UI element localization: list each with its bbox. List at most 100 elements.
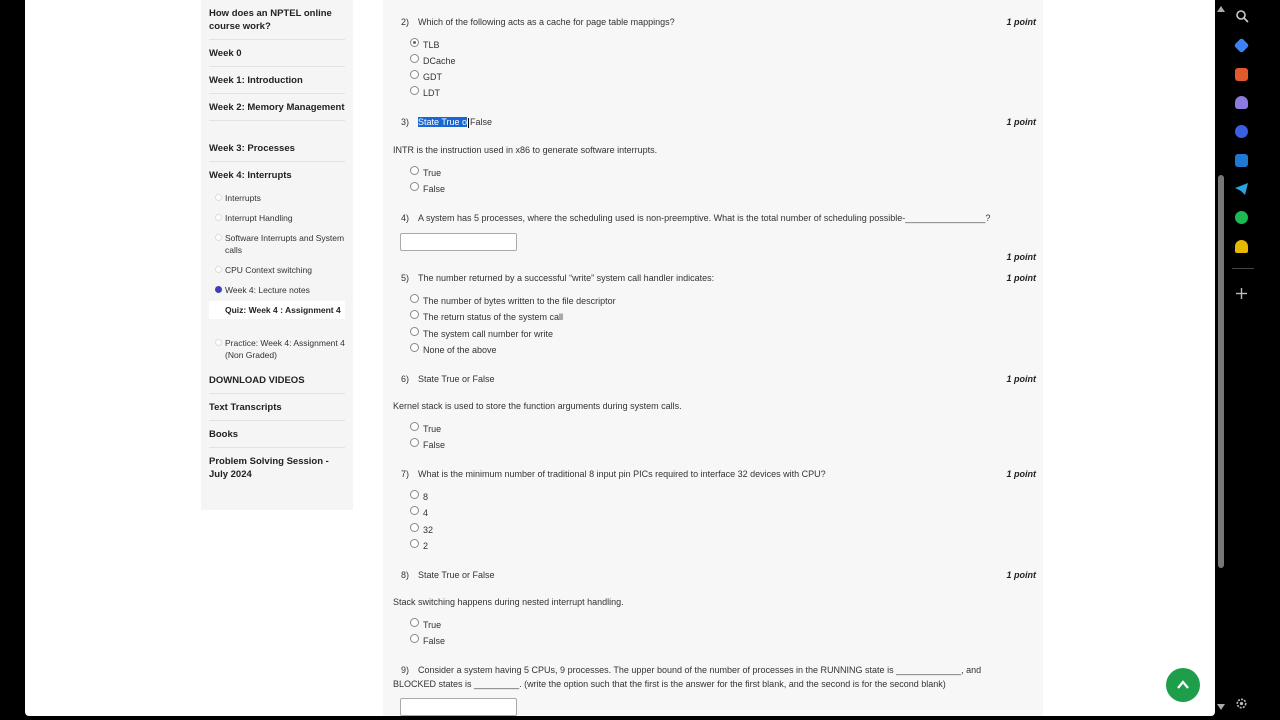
quiz-content: 2) Which of the following acts as a cache… <box>383 0 1043 716</box>
sidebar-item-week-4[interactable]: Week 4: Interrupts <box>209 169 345 182</box>
briefcase-icon[interactable] <box>1235 68 1248 81</box>
sidebar-item-text-transcripts[interactable]: Text Transcripts <box>209 401 345 421</box>
radio-icon[interactable] <box>410 505 419 515</box>
question-statement: INTR is the instruction used in x86 to g… <box>393 145 658 155</box>
sidebar-subitem-context-switching[interactable]: CPU Context switching <box>215 264 345 276</box>
gear-icon[interactable] <box>1235 697 1248 710</box>
option-radio[interactable]: 8 <box>410 489 428 502</box>
radio-icon[interactable] <box>410 633 419 643</box>
sidebar-subitem-interrupt-handling[interactable]: Interrupt Handling <box>215 212 345 224</box>
question-points: 1 point <box>1006 17 1037 27</box>
text-cursor-icon <box>468 117 470 128</box>
radio-icon[interactable] <box>410 53 419 63</box>
sidebar-item-week-1[interactable]: Week 1: Introduction <box>209 74 345 94</box>
option-radio[interactable]: TLB <box>410 37 440 50</box>
question-6: 6) State True or False <box>401 374 495 384</box>
question-4: 4) A system has 5 processes, where the sc… <box>401 213 991 223</box>
radio-icon[interactable] <box>410 489 419 499</box>
option-radio[interactable]: True <box>410 165 441 178</box>
sidebar-subitem-quiz-assignment-4[interactable]: Quiz: Week 4 : Assignment 4 <box>209 301 345 319</box>
radio-icon[interactable] <box>410 326 419 336</box>
question-5: 5) The number returned by a successful “w… <box>401 273 715 283</box>
radio-icon[interactable] <box>410 293 419 303</box>
question-8: 8) State True or False <box>401 570 495 580</box>
sidebar-item-problem-solving[interactable]: Problem Solving Session - July 2024 <box>209 455 345 481</box>
question-7: 7) What is the minimum number of traditio… <box>401 469 826 479</box>
option-radio[interactable]: The return status of the system call <box>410 309 563 322</box>
sidebar-item-week-2[interactable]: Week 2: Memory Management <box>209 101 345 121</box>
option-radio[interactable]: True <box>410 617 441 630</box>
option-radio[interactable]: The number of bytes written to the file … <box>410 293 616 306</box>
outlook-icon[interactable] <box>1235 154 1248 167</box>
status-dot-icon <box>215 214 222 221</box>
status-dot-icon <box>215 286 222 293</box>
sidebar-subitem-interrupts[interactable]: Interrupts <box>215 192 345 204</box>
question-points: 1 point <box>1006 469 1037 479</box>
scroll-down-arrow-icon[interactable] <box>1217 704 1225 710</box>
add-icon[interactable] <box>1236 288 1247 299</box>
copilot-icon[interactable] <box>1235 125 1248 138</box>
sidebar-divider <box>1232 268 1254 269</box>
trophy-icon[interactable] <box>1235 240 1248 253</box>
question-points: 1 point <box>1006 252 1037 262</box>
scroll-up-arrow-icon[interactable] <box>1217 6 1225 12</box>
option-radio[interactable]: None of the above <box>410 342 497 355</box>
status-dot-icon <box>215 194 222 201</box>
radio-icon[interactable] <box>410 165 419 175</box>
option-radio[interactable]: DCache <box>410 53 456 66</box>
question-points: 1 point <box>1006 117 1037 127</box>
radio-icon[interactable] <box>410 342 419 352</box>
search-icon[interactable] <box>1235 9 1249 23</box>
question-2: 2) Which of the following acts as a cache… <box>401 17 675 27</box>
option-radio[interactable]: False <box>410 181 445 194</box>
sidebar-item-week-0[interactable]: Week 0 <box>209 47 345 67</box>
radio-icon[interactable] <box>410 69 419 79</box>
option-radio[interactable]: LDT <box>410 85 440 98</box>
sidebar-item-week-3[interactable]: Week 3: Processes <box>209 142 345 162</box>
sidebar-subitem-software-interrupts[interactable]: Software Interrupts and System calls <box>215 232 345 256</box>
games-icon[interactable] <box>1235 96 1248 109</box>
option-radio[interactable]: False <box>410 437 445 450</box>
chevron-up-icon <box>1177 680 1189 689</box>
sidebar-item-download-videos[interactable]: DOWNLOAD VIDEOS <box>209 374 345 394</box>
radio-icon[interactable] <box>410 437 419 447</box>
radio-icon[interactable] <box>410 421 419 431</box>
option-radio[interactable]: GDT <box>410 69 442 82</box>
telegram-icon[interactable] <box>1235 183 1248 195</box>
selected-text: State True o <box>418 117 468 127</box>
radio-icon[interactable] <box>410 538 419 548</box>
option-radio[interactable]: 2 <box>410 538 428 551</box>
question-points: 1 point <box>1006 374 1037 384</box>
status-dot-icon <box>215 234 222 241</box>
radio-icon[interactable] <box>410 617 419 627</box>
option-radio[interactable]: 32 <box>410 522 433 535</box>
option-radio[interactable]: The system call number for write <box>410 326 553 339</box>
option-radio[interactable]: 4 <box>410 505 428 518</box>
option-radio[interactable]: True <box>410 421 441 434</box>
browser-page: How does an NPTEL online course work? We… <box>25 0 1215 716</box>
scroll-to-top-button[interactable] <box>1166 668 1200 702</box>
radio-selected-icon[interactable] <box>410 37 419 47</box>
answer-input[interactable] <box>400 233 517 251</box>
question-statement: Stack switching happens during nested in… <box>393 597 624 607</box>
option-radio[interactable]: False <box>410 633 445 646</box>
question-points: 1 point <box>1006 570 1037 580</box>
status-dot-icon <box>215 266 222 273</box>
radio-icon[interactable] <box>410 309 419 319</box>
sidebar-item-how-nptel-works[interactable]: How does an NPTEL online course work? <box>209 7 345 40</box>
sidebar-subitem-practice-assignment-4[interactable]: Practice: Week 4: Assignment 4 (Non Grad… <box>215 337 345 361</box>
sidebar-subitem-lecture-notes[interactable]: Week 4: Lecture notes <box>215 284 345 296</box>
radio-icon[interactable] <box>410 85 419 95</box>
course-sidebar: How does an NPTEL online course work? We… <box>201 0 353 510</box>
scrollbar-thumb[interactable] <box>1218 175 1224 568</box>
radio-icon[interactable] <box>410 181 419 191</box>
spotify-icon[interactable] <box>1235 211 1248 224</box>
answer-input[interactable] <box>400 698 517 716</box>
sidebar-item-books[interactable]: Books <box>209 428 345 448</box>
question-statement: Kernel stack is used to store the functi… <box>393 401 682 411</box>
question-statement: BLOCKED states is _________. (write the … <box>393 679 946 689</box>
question-3: 3) State True o False <box>401 117 493 128</box>
question-points: 1 point <box>1006 273 1037 283</box>
radio-icon[interactable] <box>410 522 419 532</box>
status-dot-icon <box>215 339 222 346</box>
